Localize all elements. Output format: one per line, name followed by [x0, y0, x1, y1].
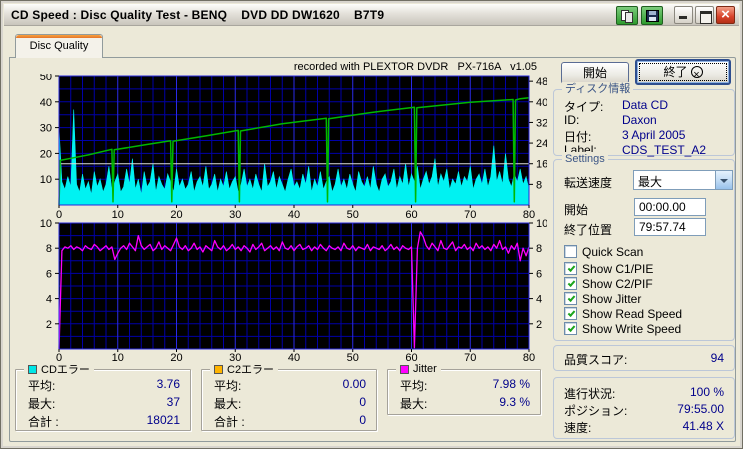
c2-error-caption: C2エラー: [227, 364, 275, 376]
svg-text:20: 20: [170, 352, 182, 364]
progress-value: 100 %: [689, 385, 724, 399]
svg-text:16: 16: [536, 159, 547, 171]
disc-info-caption: ディスク情報: [562, 82, 634, 96]
avg-value: 3.76: [156, 377, 180, 391]
svg-text:6: 6: [536, 268, 542, 280]
svg-text:50: 50: [347, 352, 359, 364]
app-window: CD Speed : Disc Quality Test - BENQ DVD …: [0, 0, 743, 449]
svg-text:40: 40: [536, 97, 547, 109]
settings-group: Settings 転送速度 最大 開始 終了位置 Quick Scan Show…: [553, 152, 735, 341]
end-position-field[interactable]: [634, 218, 706, 236]
speed-value: 41.48 X: [682, 419, 724, 433]
progress-label: 進行状況:: [564, 387, 616, 401]
end-position-label: 終了位置: [564, 223, 613, 237]
transfer-speed-select[interactable]: 最大: [633, 170, 733, 190]
max-label: 最大:: [214, 397, 242, 411]
save-icon[interactable]: [641, 5, 663, 25]
avg-label: 平均:: [28, 379, 56, 393]
position-label: ポジション:: [564, 404, 628, 418]
id-label: ID:: [564, 113, 580, 127]
position-value: 79:55.00: [677, 402, 724, 416]
window-title: CD Speed : Disc Quality Test - BENQ DVD …: [11, 7, 385, 22]
svg-text:4: 4: [536, 294, 542, 306]
total-value: 18021: [146, 413, 180, 427]
maximize-icon[interactable]: [695, 6, 714, 24]
chart-header: recorded with PLEXTOR DVDR PX-716A v1.05: [293, 61, 537, 73]
svg-text:6: 6: [46, 268, 52, 280]
disc-info-group: ディスク情報 タイプ: Data CD ID: Daxon 日付: 3 April 2…: [553, 82, 735, 157]
total-label: 合計 :: [28, 415, 59, 429]
chevron-down-icon[interactable]: [715, 171, 732, 189]
tab-disc-quality[interactable]: Disc Quality: [15, 34, 103, 58]
speed-label: 速度:: [564, 421, 592, 435]
svg-text:50: 50: [40, 74, 52, 83]
svg-text:10: 10: [536, 219, 547, 230]
copy-icon[interactable]: [616, 5, 638, 25]
avg-label: 平均:: [214, 379, 242, 393]
transfer-speed-value: 最大: [638, 175, 663, 189]
exit-x-icon: [690, 64, 703, 86]
c1-legend-swatch: [28, 364, 37, 374]
max-value: 9.3 %: [499, 395, 530, 409]
type-value: Data CD: [622, 98, 669, 112]
svg-text:30: 30: [40, 123, 52, 135]
c1-error-speed-chart: 10203040508162432404801020304050607080: [40, 74, 547, 221]
svg-text:8: 8: [536, 243, 542, 255]
close-icon[interactable]: [716, 6, 735, 24]
avg-label: 平均:: [400, 379, 428, 393]
total-value: 0: [359, 413, 366, 427]
total-label: 合計 :: [214, 415, 245, 429]
cd-error-stats: CDエラー 平均: 3.76 最大: 37 合計 : 18021: [15, 362, 191, 431]
svg-text:20: 20: [40, 148, 52, 160]
svg-text:10: 10: [40, 219, 52, 230]
jitter-stats: Jitter 平均: 7.98 % 最大: 9.3 %: [387, 362, 541, 415]
svg-text:40: 40: [288, 352, 300, 364]
max-value: 37: [166, 395, 180, 409]
svg-text:10: 10: [112, 352, 124, 364]
id-value: Daxon: [622, 113, 657, 127]
svg-text:2: 2: [536, 319, 542, 331]
svg-text:8: 8: [46, 243, 52, 255]
c2-error-stats: C2エラー 平均: 0.00 最大: 0 合計 : 0: [201, 362, 377, 431]
svg-text:10: 10: [40, 174, 52, 186]
start-button[interactable]: 開始: [561, 62, 629, 84]
avg-value: 7.98 %: [492, 377, 530, 391]
start-position-label: 開始: [564, 203, 589, 217]
jitter-legend-swatch: [400, 364, 409, 374]
svg-text:8: 8: [536, 179, 542, 191]
svg-text:2: 2: [46, 319, 52, 331]
quality-score-box: 品質スコア: 94: [553, 345, 735, 371]
quality-score-label: 品質スコア:: [564, 353, 628, 367]
svg-text:70: 70: [464, 352, 476, 364]
quality-score-value: 94: [710, 351, 724, 365]
jitter-chart: 24681024681001020304050607080: [40, 219, 547, 364]
svg-text:80: 80: [523, 352, 535, 364]
avg-value: 0.00: [342, 377, 366, 391]
max-label: 最大:: [28, 397, 56, 411]
exit-button[interactable]: 終了: [635, 59, 731, 86]
svg-text:24: 24: [536, 138, 547, 150]
jitter-caption: Jitter: [413, 363, 437, 375]
label-value: CDS_TEST_A2: [622, 143, 707, 157]
cd-error-caption: CDエラー: [41, 364, 90, 376]
transfer-speed-label: 転送速度: [564, 176, 613, 190]
progress-box: 進行状況: 100 % ポジション: 79:55.00 速度: 41.48 X: [553, 377, 735, 439]
max-label: 最大:: [400, 397, 428, 411]
c2-legend-swatch: [214, 364, 223, 374]
title-bar[interactable]: CD Speed : Disc Quality Test - BENQ DVD …: [4, 4, 739, 26]
max-value: 0: [359, 395, 366, 409]
svg-text:32: 32: [536, 117, 547, 129]
date-value: 3 April 2005: [622, 128, 686, 142]
settings-caption: Settings: [562, 152, 608, 166]
svg-text:4: 4: [46, 294, 52, 306]
svg-text:40: 40: [40, 97, 52, 109]
svg-text:48: 48: [536, 76, 547, 88]
start-position-field[interactable]: [634, 198, 706, 216]
minimize-icon[interactable]: [674, 6, 693, 24]
